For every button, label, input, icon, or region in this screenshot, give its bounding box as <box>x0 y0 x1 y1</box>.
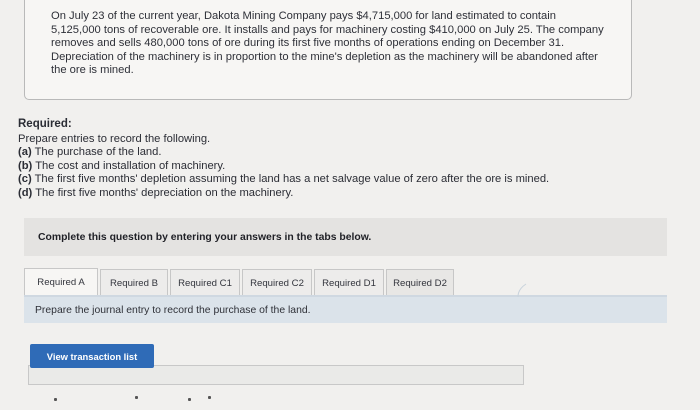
tab-required-c1[interactable]: Required C1 <box>170 269 240 296</box>
partial-bottom-row <box>28 394 328 410</box>
tab-label: Required C1 <box>178 277 232 289</box>
tab-label: Required C2 <box>250 277 304 289</box>
tab-required-b[interactable]: Required B <box>100 269 168 296</box>
required-item-c: (c) The first five months' depletion ass… <box>18 173 678 186</box>
required-heading: Required: <box>18 118 72 130</box>
instruction-bar: Complete this question by entering your … <box>24 218 667 256</box>
item-text: The purchase of the land. <box>34 146 162 159</box>
instruction-text: Complete this question by entering your … <box>38 231 372 243</box>
tab-label: Required B <box>110 277 158 289</box>
item-letter: (c) <box>18 173 32 186</box>
required-item-d: (d) The first five months' depreciation … <box>18 187 678 200</box>
tab-label: Required A <box>37 277 85 288</box>
item-letter: (d) <box>18 186 33 199</box>
tab-prompt-text: Prepare the journal entry to record the … <box>35 304 311 316</box>
problem-statement-box: On July 23 of the current year, Dakota M… <box>24 0 632 100</box>
item-text: The first five months' depletion assumin… <box>34 173 550 186</box>
tab-required-c2[interactable]: Required C2 <box>242 269 312 296</box>
tab-required-d1[interactable]: Required D1 <box>314 269 384 296</box>
dot-mark <box>135 396 138 399</box>
problem-text: On July 23 of the current year, Dakota M… <box>51 10 604 77</box>
tab-prompt-bar: Prepare the journal entry to record the … <box>24 297 667 323</box>
dot-mark <box>208 396 211 399</box>
item-text: The cost and installation of machinery. <box>35 159 226 172</box>
dot-mark <box>188 398 191 401</box>
required-item-b: (b) The cost and installation of machine… <box>18 160 678 173</box>
required-section: Required: Prepare entries to record the … <box>18 117 678 200</box>
item-text: The first five months' depreciation on t… <box>35 186 294 199</box>
required-intro: Prepare entries to record the following. <box>18 133 211 145</box>
view-transaction-list-button[interactable]: View transaction list <box>30 344 154 368</box>
journal-entry-strip <box>28 365 524 385</box>
required-item-a: (a) The purchase of the land. <box>18 146 678 159</box>
tab-required-d2[interactable]: Required D2 <box>386 269 454 296</box>
item-letter: (a) <box>18 146 32 159</box>
tab-required-a[interactable]: Required A <box>24 268 98 296</box>
item-letter: (b) <box>18 159 33 172</box>
tab-label: Required D2 <box>393 277 447 289</box>
tabs-row: Required A Required B Required C1 Requir… <box>24 268 667 296</box>
tab-label: Required D1 <box>322 277 376 289</box>
dot-mark <box>54 398 57 401</box>
